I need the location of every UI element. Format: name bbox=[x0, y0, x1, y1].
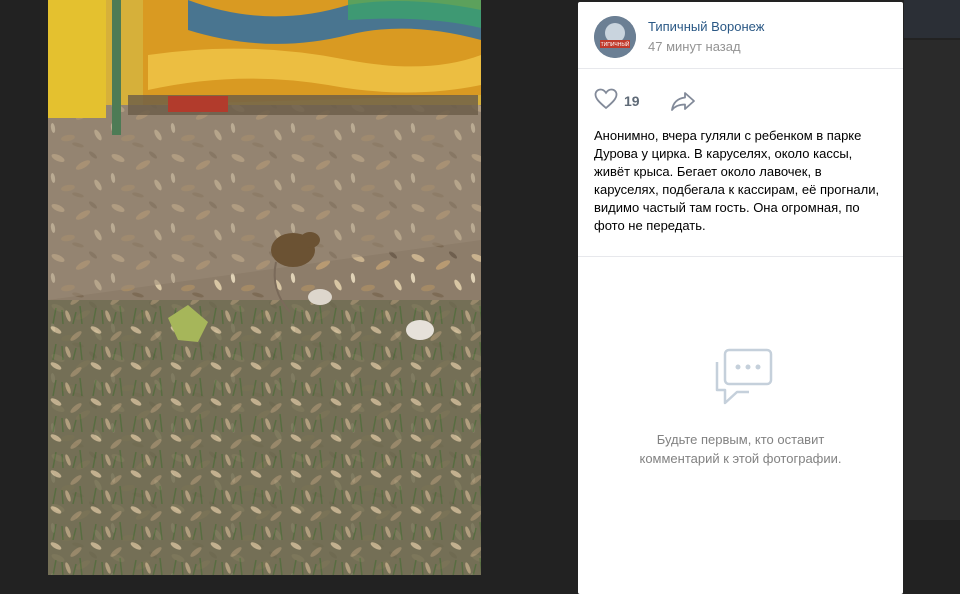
share-button[interactable] bbox=[670, 90, 696, 112]
post-time[interactable]: 47 минут назад bbox=[648, 39, 741, 54]
post-actions: 19 bbox=[594, 88, 894, 115]
no-comments-message: Будьте первым, кто оставит комментарий к… bbox=[608, 430, 873, 468]
post-header: ТИПИЧНЫЙ Типичный Воронеж 47 минут назад bbox=[578, 2, 903, 69]
photo-image bbox=[48, 0, 481, 575]
no-comments-line-1: Будьте первым, кто оставит bbox=[656, 432, 825, 447]
community-name[interactable]: Типичный Воронеж bbox=[648, 19, 764, 34]
background-header bbox=[904, 0, 960, 38]
speech-bubble-icon bbox=[707, 348, 775, 410]
photo[interactable] bbox=[48, 0, 481, 575]
photo-info-panel: ТИПИЧНЫЙ Типичный Воронеж 47 минут назад… bbox=[578, 2, 903, 594]
background-page bbox=[904, 40, 960, 520]
divider bbox=[578, 256, 903, 257]
avatar-label: ТИПИЧНЫЙ bbox=[601, 40, 630, 48]
like-count: 19 bbox=[624, 93, 640, 109]
share-arrow-icon bbox=[670, 92, 696, 116]
photo-caption: Анонимно, вчера гуляли с ребенком в парк… bbox=[594, 128, 880, 233]
heart-icon bbox=[594, 88, 618, 115]
community-avatar[interactable]: ТИПИЧНЫЙ bbox=[594, 16, 636, 58]
no-comments-line-2: комментарий к этой фотографии. bbox=[639, 451, 842, 466]
like-button[interactable]: 19 bbox=[594, 88, 640, 115]
